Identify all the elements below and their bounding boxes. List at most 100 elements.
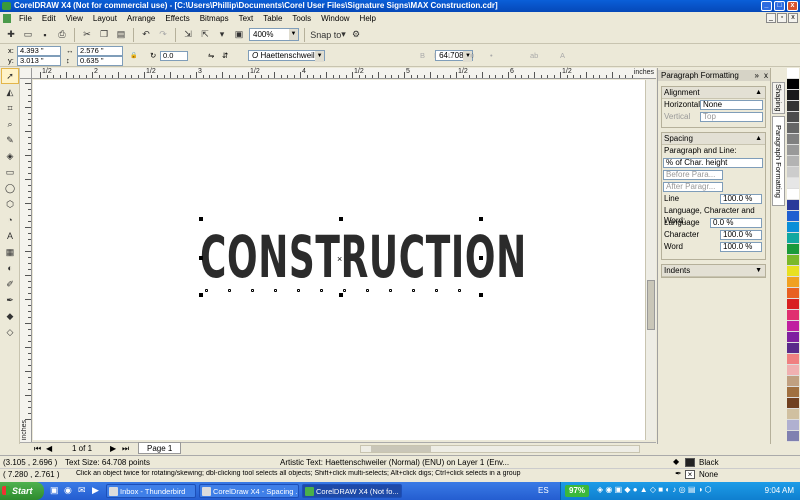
alignment-header[interactable]: Alignment ▲ <box>662 87 765 99</box>
menu-file[interactable]: File <box>14 12 37 25</box>
color-swatch[interactable] <box>787 200 799 211</box>
bullet-icon[interactable]: • <box>490 51 493 61</box>
freehand-tool-icon[interactable]: ✎ <box>1 132 19 148</box>
color-swatch[interactable] <box>787 420 799 431</box>
page-last-icon[interactable]: ⏭ <box>122 444 129 454</box>
language-spacing-field[interactable]: 0.0 % <box>710 218 762 228</box>
start-button[interactable]: Start <box>0 482 44 500</box>
export-icon[interactable]: ⇱ <box>198 28 212 42</box>
color-swatch[interactable] <box>787 288 799 299</box>
selection-handle[interactable] <box>479 293 483 297</box>
character-node[interactable] <box>458 289 461 292</box>
selection-handle[interactable] <box>199 256 203 260</box>
document-icon[interactable] <box>3 14 11 23</box>
color-swatch[interactable] <box>787 222 799 233</box>
crop-tool-icon[interactable]: ⌗ <box>1 100 19 116</box>
zoom-tool-icon[interactable]: ⌕ <box>1 116 19 132</box>
snap-to-button[interactable]: Snap to ▾ <box>310 28 346 42</box>
color-swatch[interactable] <box>787 332 799 343</box>
character-spacing-field[interactable]: 100.0 % <box>720 230 762 240</box>
save-icon[interactable]: ▪ <box>38 28 52 42</box>
tray-icons[interactable]: ◈ ◉ ▣ ◆ ● ▲ ◇ ■ ◐ ♪ ◎ ▤ ◑ ⬡ <box>597 485 712 494</box>
color-swatch[interactable] <box>787 178 799 189</box>
vertical-alignment-select[interactable]: Top <box>700 112 763 122</box>
spacing-mode-select[interactable]: % of Char. height <box>663 158 763 168</box>
color-swatch[interactable] <box>787 398 799 409</box>
color-swatch[interactable] <box>787 299 799 310</box>
character-node[interactable] <box>389 289 392 292</box>
minimize-button[interactable]: _ <box>761 1 772 11</box>
menu-text[interactable]: Text <box>234 12 259 25</box>
color-swatch[interactable] <box>787 255 799 266</box>
font-list-select[interactable]: O Haettenschweiler ▼ <box>248 50 326 62</box>
page-prev-icon[interactable]: ◀ <box>46 444 52 453</box>
doc-minimize-button[interactable]: _ <box>766 13 776 23</box>
mirror-vertical-icon[interactable]: ⇵ <box>222 51 228 61</box>
color-swatch[interactable] <box>787 112 799 123</box>
no-outline-swatch[interactable]: × <box>685 470 695 479</box>
character-node[interactable] <box>297 289 300 292</box>
polygon-tool-icon[interactable]: ⬡ <box>1 196 19 212</box>
outline-tool-icon[interactable]: ✒ <box>1 292 19 308</box>
character-node[interactable] <box>228 289 231 292</box>
menu-table[interactable]: Table <box>258 12 287 25</box>
pick-tool-icon[interactable]: ➚ <box>1 68 19 84</box>
character-node[interactable] <box>320 289 323 292</box>
color-swatch[interactable] <box>787 277 799 288</box>
fill-color-swatch[interactable] <box>685 458 695 467</box>
color-swatch[interactable] <box>787 431 799 442</box>
indents-header[interactable]: Indents ▼ <box>662 265 765 277</box>
after-paragraph-field[interactable]: After Paragr... <box>663 182 723 192</box>
selection-handle[interactable] <box>339 217 343 221</box>
copy-icon[interactable]: ❐ <box>97 28 111 42</box>
menu-layout[interactable]: Layout <box>88 12 122 25</box>
menu-bitmaps[interactable]: Bitmaps <box>195 12 234 25</box>
battery-indicator[interactable]: 97% <box>565 485 590 497</box>
x-position-field[interactable]: 4.393 " <box>17 46 61 56</box>
task-thunderbird[interactable]: Inbox - Thunderbird <box>106 484 196 498</box>
shape-tool-icon[interactable]: ◭ <box>1 84 19 100</box>
color-swatch[interactable] <box>787 79 799 90</box>
color-swatch[interactable] <box>787 167 799 178</box>
selection-handle[interactable] <box>339 293 343 297</box>
smart-fill-icon[interactable]: ◈ <box>1 148 19 164</box>
menu-help[interactable]: Help <box>355 12 381 25</box>
color-swatch[interactable] <box>787 387 799 398</box>
selection-handle[interactable] <box>479 217 483 221</box>
cut-icon[interactable]: ✂ <box>80 28 94 42</box>
doc-restore-button[interactable]: ▫ <box>777 13 787 23</box>
color-swatch[interactable] <box>787 233 799 244</box>
task-coreldraw-spacing[interactable]: CorelDraw X4 - Spacing ... <box>199 484 299 498</box>
text-tool-icon[interactable]: A <box>1 228 19 244</box>
color-swatch[interactable] <box>787 244 799 255</box>
color-swatch[interactable] <box>787 123 799 134</box>
interactive-fill-icon[interactable]: ◇ <box>1 324 19 340</box>
ellipse-tool-icon[interactable]: ◯ <box>1 180 19 196</box>
color-swatch[interactable] <box>787 134 799 145</box>
align-icon[interactable]: ≡ <box>470 51 474 61</box>
mirror-horizontal-icon[interactable]: ⇋ <box>208 51 214 61</box>
selection-handle[interactable] <box>199 217 203 221</box>
horizontal-scrollbar[interactable] <box>360 445 640 453</box>
interactive-blend-icon[interactable]: ◐ <box>1 260 19 276</box>
menu-edit[interactable]: Edit <box>37 12 61 25</box>
color-swatch[interactable] <box>787 68 799 79</box>
horizontal-ruler[interactable]: inches 1/2 2 1/2 3 1/2 4 1/2 5 1/2 6 1/2 <box>32 68 656 79</box>
color-swatch[interactable] <box>787 156 799 167</box>
undo-icon[interactable]: ↶ <box>139 28 153 42</box>
character-node[interactable] <box>435 289 438 292</box>
vertical-scrollbar[interactable] <box>645 80 656 440</box>
font-size-select[interactable]: 64.708 pt ▼ <box>435 50 474 62</box>
color-swatch[interactable] <box>787 376 799 387</box>
rotation-field[interactable]: 0.0 <box>160 51 188 61</box>
docker-close-icon[interactable]: x <box>764 70 768 81</box>
color-swatch[interactable] <box>787 90 799 101</box>
word-spacing-field[interactable]: 100.0 % <box>720 242 762 252</box>
color-swatch[interactable] <box>787 266 799 277</box>
color-swatch[interactable] <box>787 189 799 200</box>
menu-view[interactable]: View <box>61 12 88 25</box>
ruler-origin[interactable] <box>20 68 32 79</box>
application-launcher-icon[interactable]: ▾ <box>215 28 229 42</box>
quicklaunch-mail-icon[interactable]: ✉ <box>78 485 86 496</box>
width-field[interactable]: 2.576 " <box>77 46 123 56</box>
